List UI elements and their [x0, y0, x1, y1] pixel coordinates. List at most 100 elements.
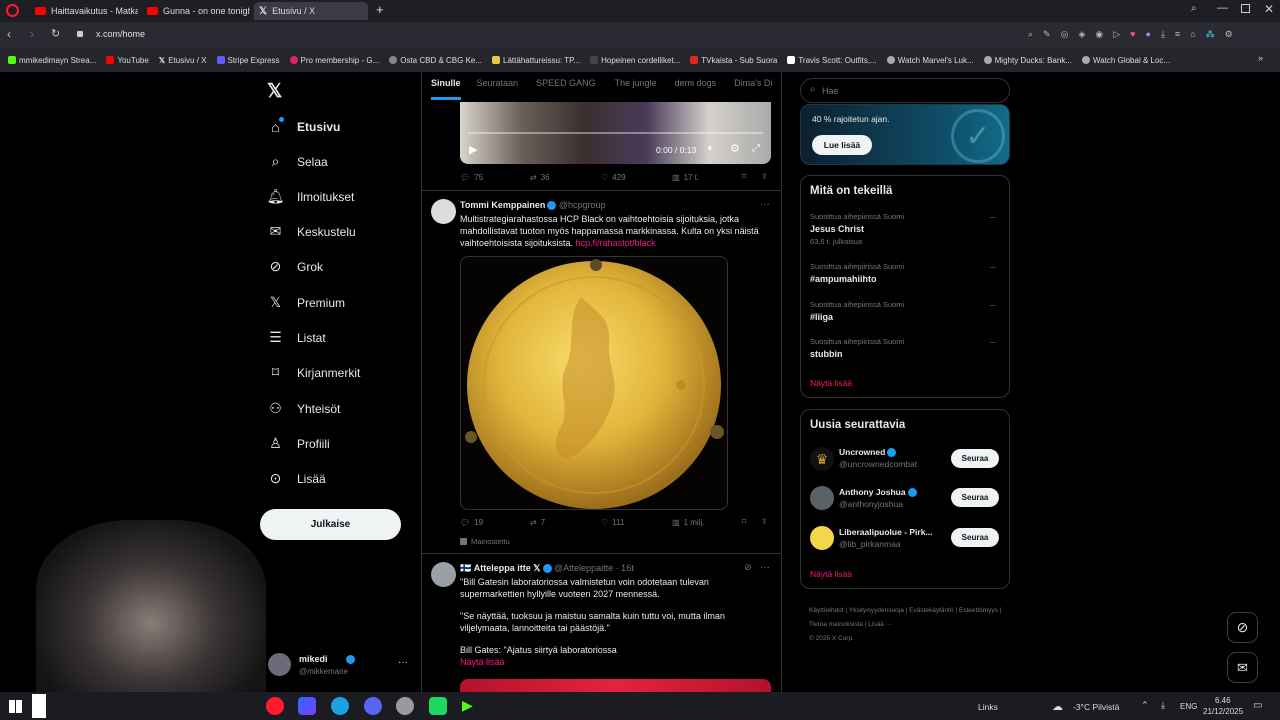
more-dots-icon[interactable]: ··· — [989, 300, 997, 311]
nav-lists[interactable]: ☰ Listat — [268, 329, 325, 345]
tab-for-you[interactable]: Sinulle — [431, 78, 461, 100]
footer-link[interactable]: Tietoa mainoksista — [809, 621, 863, 628]
opera-taskbar-icon[interactable] — [266, 697, 284, 715]
clock-time[interactable]: 6.46 — [1215, 696, 1231, 705]
windows-start-icon[interactable] — [9, 700, 22, 713]
bookmark-item[interactable]: Watch Global & Loc... — [1082, 56, 1170, 65]
bookmarks-overflow-icon[interactable]: » — [1258, 53, 1263, 63]
tab-speed-gang[interactable]: SPEED GANG — [536, 78, 596, 102]
more-dots-icon[interactable]: ··· — [760, 562, 770, 573]
account-switcher[interactable]: mikedi @mikkemane ··· — [268, 651, 413, 679]
more-dots-icon[interactable]: ··· — [398, 657, 408, 668]
share-icon[interactable]: ⇪ — [761, 172, 768, 181]
retweet-button[interactable]: ⇄ 36 — [530, 173, 550, 182]
bookmark-item[interactable]: Hopeinen cordelliket... — [590, 56, 680, 65]
url-field[interactable]: x.com/home — [96, 29, 145, 39]
bookmark-icon[interactable]: ⌑ — [742, 517, 746, 526]
clock-date[interactable]: 21/12/2025 — [1203, 707, 1243, 716]
tweet-image[interactable] — [460, 256, 728, 510]
views-button[interactable]: ▥ 1 milj. — [672, 518, 704, 527]
app-taskbar-icon[interactable] — [396, 697, 414, 715]
edit-icon[interactable]: ✎ — [1043, 29, 1051, 40]
play-icon[interactable]: ▶ — [469, 143, 477, 156]
bookmark-item[interactable]: YouTube — [106, 56, 149, 65]
reload-icon[interactable]: ↻ — [51, 27, 60, 40]
search-tabs-icon[interactable]: ⌕ — [1191, 3, 1197, 14]
download-icon[interactable]: ⤓ — [1161, 29, 1165, 40]
footer-link[interactable]: Evästekäytäntö — [909, 607, 953, 614]
trend-item[interactable]: Suosittua aihepiirissä Suomi #ampumahiih… — [810, 262, 1000, 284]
tab-dimas[interactable]: Dima's Di — [734, 78, 772, 102]
tab-the-jungle[interactable]: The jungle — [615, 78, 657, 102]
menu-icon[interactable]: ≡ — [1175, 29, 1180, 40]
play-icon[interactable]: ▷ — [1113, 29, 1120, 40]
post-button[interactable]: Julkaise — [260, 509, 401, 540]
fullscreen-icon[interactable]: ⤢ — [752, 143, 760, 154]
language-indicator[interactable]: ENG — [1180, 702, 1197, 711]
minimize-icon[interactable]: — — [1217, 2, 1228, 14]
trends-show-more[interactable]: Näytä lisää — [810, 378, 852, 388]
new-tab-icon[interactable]: + — [376, 2, 384, 17]
nav-explore[interactable]: ⌕ Selaa — [268, 153, 328, 169]
notification-icon[interactable]: ▭ — [1253, 700, 1262, 711]
footer-link[interactable]: Lisää ··· — [868, 621, 892, 628]
footer-link[interactable]: Esteettömyys — [959, 607, 998, 614]
avatar[interactable] — [431, 199, 456, 224]
x-home-logo-icon[interactable]: 𝕏 — [267, 80, 282, 103]
views-button[interactable]: ▥ 17 t. — [672, 173, 699, 182]
nav-bookmarks[interactable]: ⌑ Kirjanmerkit — [268, 364, 360, 380]
ad-block-icon[interactable]: ◉ — [1095, 29, 1103, 40]
search-icon[interactable]: ⌕ — [1028, 29, 1033, 40]
app-taskbar-icon[interactable] — [298, 697, 316, 715]
settings-icon[interactable]: ⚙ — [730, 142, 740, 155]
bookmark-item[interactable]: Stripe Express — [216, 56, 280, 65]
nav-more[interactable]: ⊙ Lisää — [268, 470, 326, 486]
author-name[interactable]: Tommi Kemppainen — [460, 200, 545, 210]
trend-item[interactable]: Suosittua aihepiirissä Suomi #liiga — [810, 300, 1000, 322]
back-icon[interactable]: ‹ — [7, 27, 11, 41]
tab-2[interactable]: Gunna - on one tonight [O — [142, 2, 250, 20]
extension-icon[interactable]: ● — [1146, 29, 1151, 40]
premium-read-more-button[interactable]: Lue lisää — [812, 135, 872, 155]
retweet-button[interactable]: ⇄ 7 — [530, 518, 545, 527]
nav-notifications[interactable]: 🔔︎ Ilmoitukset — [267, 188, 355, 204]
volume-icon[interactable]: 🔈︎ — [708, 143, 714, 154]
app-taskbar-icon[interactable] — [429, 697, 447, 715]
nav-profile[interactable]: ♙ Profiili — [268, 435, 329, 451]
more-dots-icon[interactable]: ··· — [989, 337, 997, 348]
tab-3[interactable]: 𝕏 Etusivu / X — [254, 2, 368, 20]
kick-taskbar-icon[interactable]: ▶ — [462, 697, 480, 715]
bookmark-item[interactable]: Osta CBD & CBG Ke... — [389, 56, 482, 65]
bookmark-item[interactable]: mmikedimayn Strea... — [8, 56, 96, 65]
author-handle[interactable]: @Atteleppaitte · 16t — [554, 563, 634, 573]
tray-chevron-icon[interactable]: ⌃ — [1141, 700, 1149, 711]
bookmark-item[interactable]: Watch Marvel's Luk... — [886, 56, 974, 65]
profile-icon[interactable]: ⌂ — [1190, 29, 1195, 40]
tweet-link[interactable]: hcp.fi/rahastot/black — [576, 238, 656, 248]
avatar[interactable] — [810, 526, 834, 550]
who-show-more[interactable]: Näytä lisää — [810, 569, 852, 579]
bookmark-item[interactable]: Mighty Ducks: Bank... — [983, 56, 1072, 65]
settings-icon[interactable]: ⚙ — [1225, 29, 1233, 40]
nav-premium[interactable]: 𝕏 Premium — [268, 294, 345, 310]
follow-button[interactable]: Seuraa — [951, 449, 999, 468]
bookmark-icon[interactable]: ⌑ — [742, 172, 746, 181]
taskbar-links[interactable]: Links — [978, 702, 998, 712]
heart-icon[interactable]: ♥ — [1130, 29, 1135, 40]
video-progress-bar[interactable] — [468, 132, 763, 134]
nav-grok[interactable]: ⊘ Grok — [268, 258, 323, 274]
search-box[interactable] — [32, 694, 46, 718]
close-icon[interactable]: ✕ — [1264, 2, 1274, 16]
grok-icon[interactable]: ⊘ — [744, 562, 752, 573]
grok-float-button[interactable]: ⊘ — [1227, 612, 1258, 643]
suggestion-user[interactable]: Liberaalipuolue - Pirk... @lib_pirkanmaa — [839, 527, 933, 549]
tweet-media[interactable] — [460, 679, 771, 692]
footer-link[interactable]: Käyttöehdot — [809, 607, 844, 614]
avatar[interactable] — [810, 486, 834, 510]
author-name[interactable]: Atteleppa itte 𝕏 — [474, 563, 541, 573]
tab-demi-dogs[interactable]: demi dogs — [675, 78, 717, 102]
nav-communities[interactable]: ⚇ Yhteisöt — [268, 400, 340, 416]
video-player[interactable]: ▶ 0:00 / 0:13 🔈︎ ⚙ ⤢ — [460, 102, 771, 164]
trend-item[interactable]: Suosittua aihepiirissä Suomi Jesus Chris… — [810, 212, 1000, 246]
forward-icon[interactable]: › — [30, 27, 34, 41]
